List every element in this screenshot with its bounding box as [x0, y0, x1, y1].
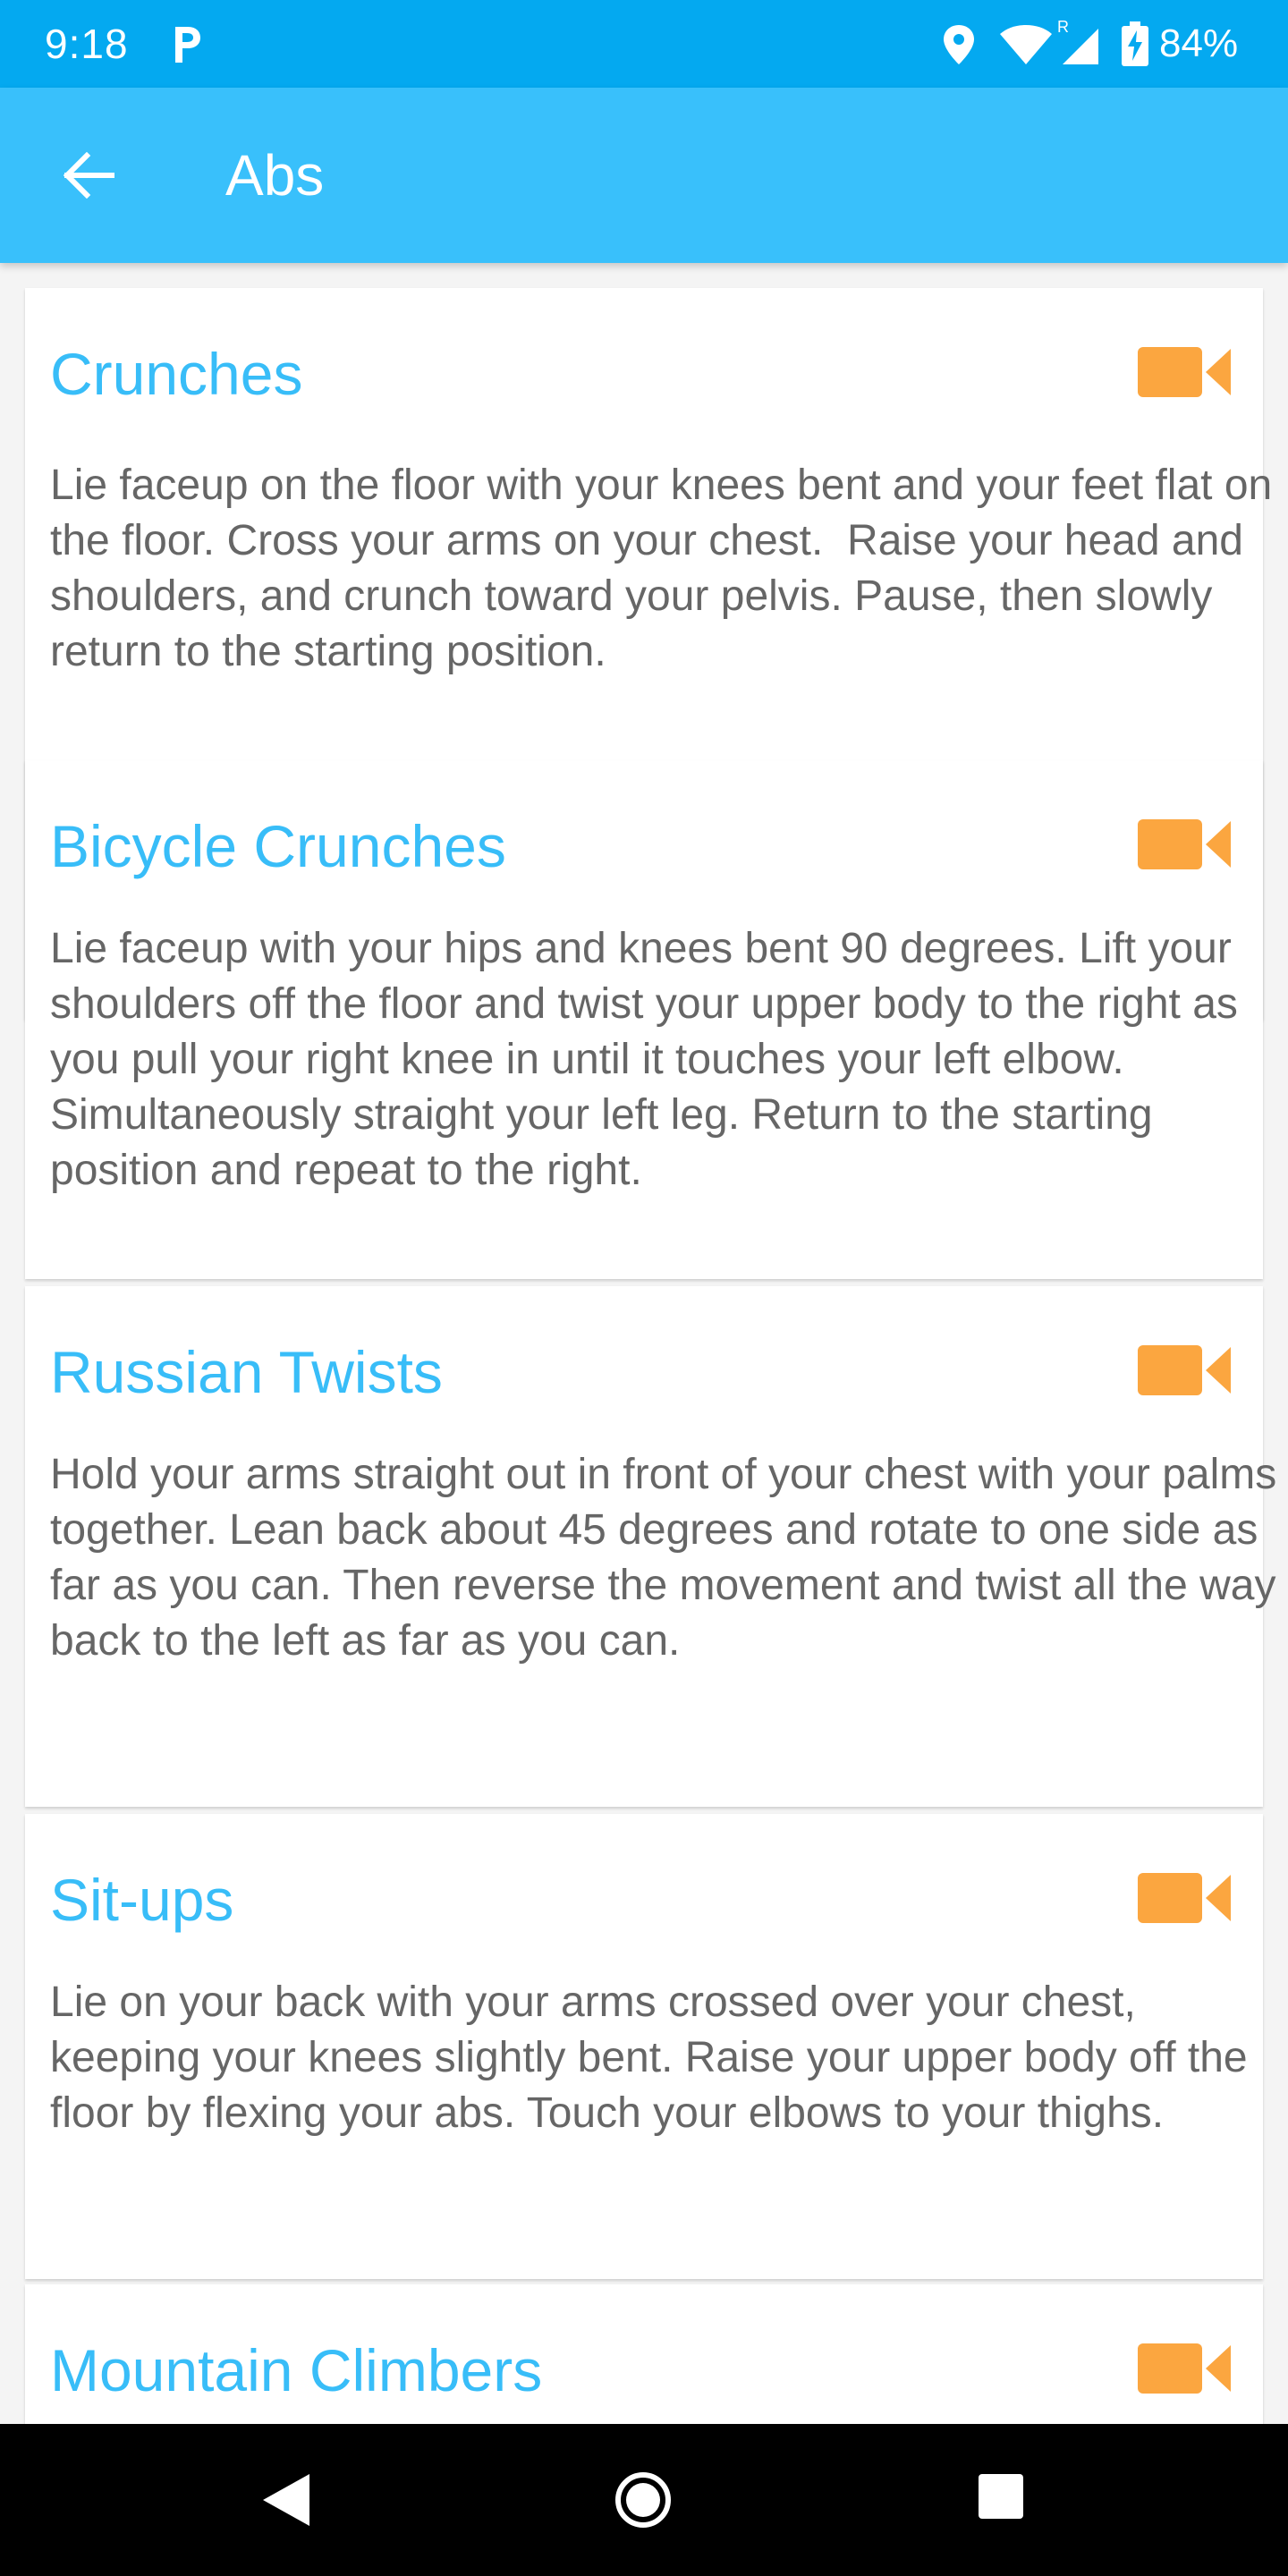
exercise-title: Crunches: [50, 341, 303, 407]
nav-recents-icon[interactable]: [977, 2472, 1025, 2521]
exercise-card[interactable]: Bicycle Crunches Lie faceup with your hi…: [25, 760, 1263, 1279]
page-title: Abs: [225, 143, 325, 208]
exercise-description: Lie faceup on the floor with your knees …: [50, 462, 1284, 675]
arrow-back-icon: [64, 152, 114, 199]
exercise-title: Mountain Climbers: [50, 2337, 543, 2403]
video-camera-icon[interactable]: [1138, 1871, 1238, 1925]
screen: 9:18 R 84% Abs Crunches Lie faceup on th…: [0, 0, 1288, 2576]
status-bar: 9:18 R 84%: [0, 0, 1288, 88]
location-icon: [944, 25, 974, 64]
battery-charging-icon: [1122, 21, 1148, 66]
p-icon: [175, 27, 200, 63]
video-camera-icon[interactable]: [1138, 2342, 1238, 2395]
cell-signal-icon: R: [1057, 18, 1098, 64]
video-camera-icon[interactable]: [1138, 1343, 1238, 1397]
back-button[interactable]: [50, 136, 129, 215]
exercise-card[interactable]: Russian Twists Hold your arms straight o…: [25, 1286, 1276, 1807]
exercise-title: Sit-ups: [50, 1867, 234, 1933]
exercise-title: Bicycle Crunches: [50, 813, 506, 879]
exercise-title: Russian Twists: [50, 1339, 443, 1405]
exercise-description: Hold your arms straight out in front of …: [50, 1451, 1288, 1665]
exercise-card[interactable]: Sit-ups Lie on your back with your arms …: [25, 1814, 1263, 2279]
exercise-description: Lie on your back with your arms crossed …: [50, 1979, 1259, 2137]
exercise-list: Crunches Lie faceup on the floor with yo…: [0, 263, 1288, 2424]
app-bar: Abs: [0, 88, 1288, 263]
video-camera-icon[interactable]: [1138, 345, 1238, 399]
svg-text:R: R: [1057, 18, 1069, 36]
system-nav-bar: [0, 2424, 1288, 2576]
nav-back-icon[interactable]: [259, 2470, 311, 2529]
video-camera-icon[interactable]: [1138, 818, 1238, 871]
exercise-card[interactable]: Mountain Climbers: [25, 2284, 1263, 2424]
exercise-description: Lie faceup with your hips and knees bent…: [50, 925, 1250, 1194]
battery-percent: 84%: [1159, 21, 1239, 65]
status-time: 9:18: [45, 21, 129, 67]
wifi-icon: [1000, 25, 1052, 64]
nav-home-icon[interactable]: [614, 2470, 673, 2529]
